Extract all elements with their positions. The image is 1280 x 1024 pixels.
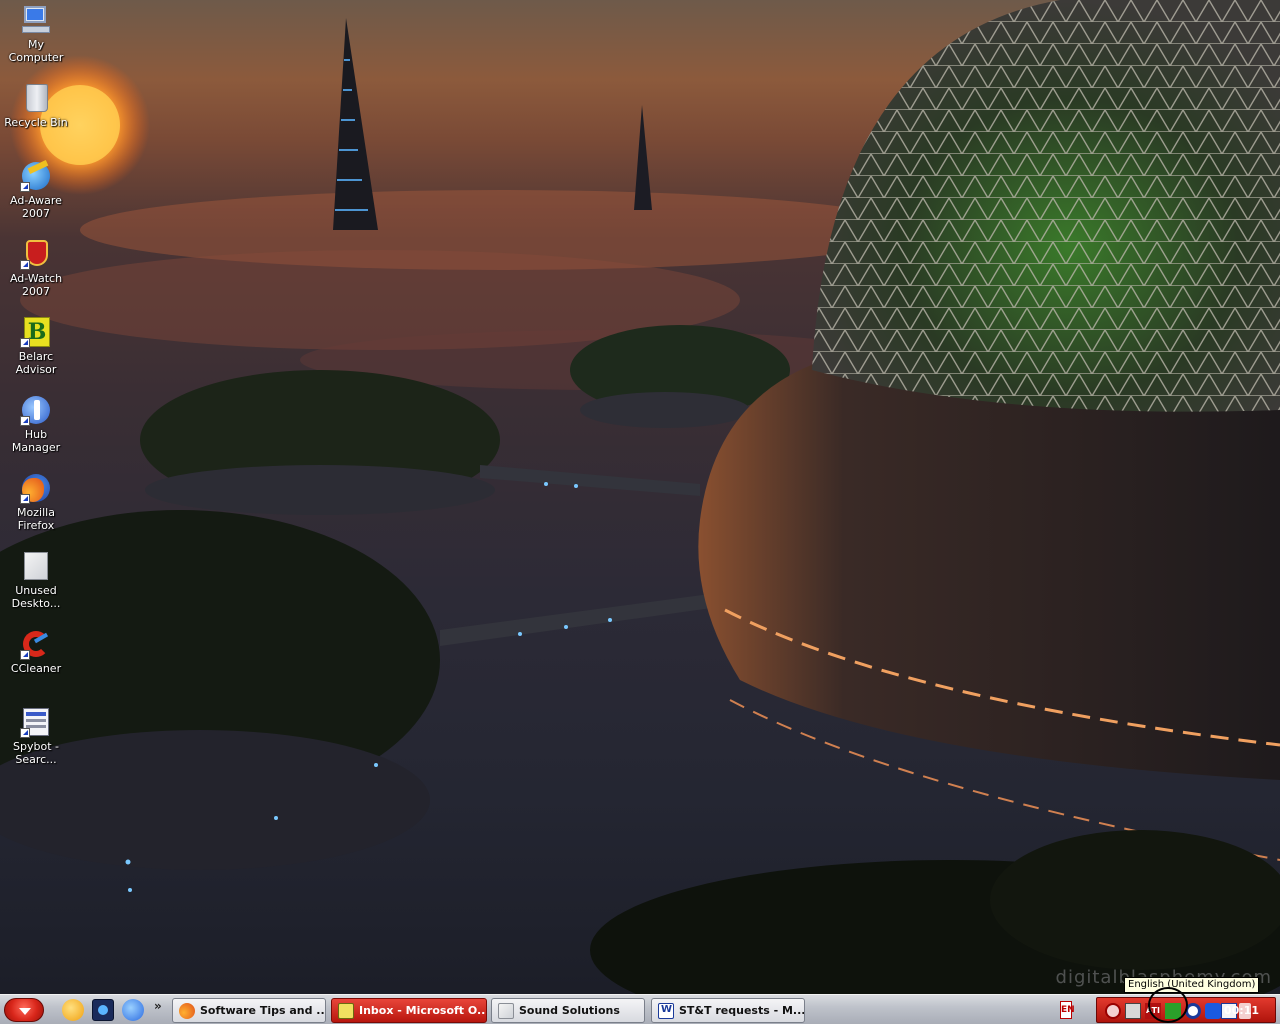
desktop-icon-label: Hub Manager [11,428,61,454]
taskbar: » Software Tips and ... Inbox - Microsof… [0,994,1280,1024]
start-arrow-icon [19,1008,31,1015]
desktop-icon-belarc-advisor[interactable]: B Belarc Advisor [0,316,72,376]
language-tooltip: English (United Kingdom) [1124,977,1260,993]
start-button[interactable] [4,998,44,1022]
task-inbox-outlook[interactable]: Inbox - Microsoft O... [331,998,487,1023]
desktop-icon-label: Mozilla Firefox [17,506,55,532]
internet-explorer-icon[interactable] [122,999,144,1021]
desktop-icon-hub-manager[interactable]: Hub Manager [0,394,72,454]
antivirus-icon[interactable] [1105,1003,1121,1019]
desktop-icon-ad-watch[interactable]: Ad-Watch 2007 [0,238,72,298]
desktop-icon-label: Unused Deskto... [11,584,61,610]
ad-watch-icon [20,238,52,270]
desktop-icon-label: Recycle Bin [4,116,68,129]
shortcut-arrow-icon [20,182,30,192]
task-label: Inbox - Microsoft O... [359,1004,487,1017]
desktop-wallpaper: digitalblasphemy.com [0,0,1280,994]
desktop-icon-mozilla-firefox[interactable]: Mozilla Firefox [0,472,72,532]
shortcut-arrow-icon [20,728,30,738]
firefox-icon [179,1002,195,1019]
media-icon[interactable] [92,999,114,1021]
firefox-icon [20,472,52,504]
spybot-icon [20,706,52,738]
desktop-icon-label: Spybot - Searc... [13,740,59,766]
desktop-icon-label: Ad-Watch 2007 [9,272,63,298]
desktop-icon-label: My Computer [8,38,64,64]
task-label: Software Tips and ... [200,1004,326,1017]
desktop-icon-unused-desktop[interactable]: Unused Deskto... [0,550,72,610]
desktop-icon-ccleaner[interactable]: CCleaner [0,628,72,675]
word-icon: W [658,1002,674,1019]
messenger-icon[interactable] [62,999,84,1021]
hub-manager-icon [20,394,52,426]
task-label: Sound Solutions [519,1004,620,1017]
desktop-icon-recycle-bin[interactable]: Recycle Bin [0,82,72,129]
folder-icon [20,550,52,582]
task-label: ST&T requests - M... [679,1004,805,1017]
outlook-icon [338,1002,354,1019]
desktop-icon-spybot[interactable]: Spybot - Searc... [0,706,72,766]
task-stt-requests[interactable]: W ST&T requests - M... [651,998,805,1023]
desktop-icon-label: Ad-Aware 2007 [10,194,62,220]
network-icon[interactable] [1125,1003,1141,1019]
quick-launch-more-button[interactable]: » [154,999,162,1013]
shortcut-arrow-icon [20,650,30,660]
shortcut-arrow-icon [20,260,30,270]
highlight-annotation-circle [1148,987,1188,1023]
bluetooth-icon[interactable] [1205,1003,1221,1019]
task-sound-solutions[interactable]: Sound Solutions [491,998,645,1023]
wallpaper-scene [0,0,1280,994]
folder-icon [498,1002,514,1019]
belarc-advisor-icon: B [20,316,52,348]
language-indicator[interactable]: EN [1060,1001,1075,1019]
desktop-icon-my-computer[interactable]: My Computer [0,4,72,64]
ccleaner-icon [20,628,52,660]
desktop-icon-label: Belarc Advisor [15,350,57,376]
desktop-icon-ad-aware[interactable]: Ad-Aware 2007 [0,160,72,220]
ad-aware-icon [20,160,52,192]
clock[interactable]: 00:11 [1224,1004,1259,1017]
task-software-tips[interactable]: Software Tips and ... [172,998,326,1023]
recycle-bin-icon [20,82,52,114]
shortcut-arrow-icon [20,338,30,348]
desktop-icon-label: CCleaner [10,662,62,675]
my-computer-icon [20,4,52,36]
shortcut-arrow-icon [20,416,30,426]
shortcut-arrow-icon [20,494,30,504]
